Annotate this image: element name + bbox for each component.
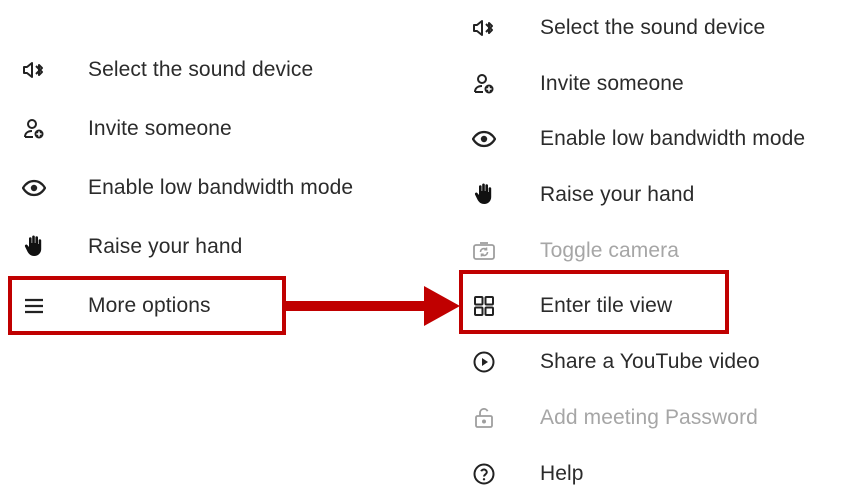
- right-menu-item-sound-device[interactable]: Select the sound device: [460, 8, 840, 48]
- tile-grid-icon: [470, 292, 498, 320]
- left-menu-label: Enable low bandwidth mode: [88, 176, 354, 199]
- help-circle-icon: [470, 460, 498, 488]
- right-menu-label: Enable low bandwidth mode: [540, 127, 806, 150]
- right-menu-item-toggle-camera[interactable]: Toggle camera: [460, 231, 840, 271]
- right-menu-item-invite[interactable]: Invite someone: [460, 64, 840, 104]
- right-menu-label: Help: [540, 462, 584, 485]
- left-menu-label: Raise your hand: [88, 235, 243, 258]
- left-menu-item-low-bandwidth[interactable]: Enable low bandwidth mode: [0, 168, 420, 208]
- arrow-shaft: [286, 301, 426, 311]
- play-circle-icon: [470, 348, 498, 376]
- right-menu-label: Raise your hand: [540, 183, 695, 206]
- right-menu-item-raise-hand[interactable]: Raise your hand: [460, 175, 840, 215]
- eye-icon: [20, 174, 48, 202]
- right-menu-item-meeting-password[interactable]: Add meeting Password: [460, 398, 840, 438]
- right-menu-item-help[interactable]: Help: [460, 454, 840, 494]
- unlock-icon: [470, 404, 498, 432]
- left-menu-label: Invite someone: [88, 117, 232, 140]
- eye-icon: [470, 125, 498, 153]
- hand-icon: [470, 180, 498, 208]
- arrow-head: [424, 286, 460, 326]
- right-menu-label: Enter tile view: [540, 294, 673, 317]
- left-menu-item-sound-device[interactable]: Select the sound device: [0, 50, 420, 90]
- right-menu-item-youtube[interactable]: Share a YouTube video: [460, 342, 840, 382]
- right-menu-label: Toggle camera: [540, 239, 680, 262]
- right-menu-label: Select the sound device: [540, 16, 766, 39]
- right-menu-item-tile-view[interactable]: Enter tile view: [460, 286, 840, 326]
- left-menu-label: Select the sound device: [88, 58, 314, 81]
- left-menu-item-invite[interactable]: Invite someone: [0, 109, 420, 149]
- more-options-highlight: [8, 276, 286, 335]
- person-add-icon: [20, 115, 48, 143]
- right-menu-item-low-bandwidth[interactable]: Enable low bandwidth mode: [460, 119, 840, 159]
- camera-switch-icon: [470, 237, 498, 265]
- left-menu-item-raise-hand[interactable]: Raise your hand: [0, 227, 420, 267]
- right-menu-label: Invite someone: [540, 72, 684, 95]
- speaker-bluetooth-icon: [20, 56, 48, 84]
- right-menu-label: Share a YouTube video: [540, 350, 760, 373]
- person-add-icon: [470, 70, 498, 98]
- hand-icon: [20, 232, 48, 260]
- speaker-bluetooth-icon: [470, 14, 498, 42]
- right-menu-label: Add meeting Password: [540, 406, 758, 429]
